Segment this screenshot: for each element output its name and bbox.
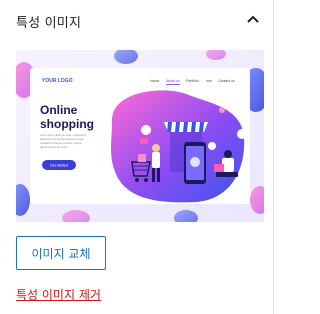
- sidebar-divider: [273, 0, 274, 314]
- landing-nav-portfolio: Portfolio: [186, 79, 199, 83]
- landing-cta: Get Started: [50, 164, 68, 168]
- landing-body-line4: aliqua ut enim ad minim: [40, 145, 67, 149]
- featured-image-panel: 특성 이미지 YOUR LOGO Home About us Portfolio…: [0, 0, 280, 314]
- landing-heading-line1: Online: [40, 103, 78, 117]
- featured-image-preview[interactable]: YOUR LOGO Home About us Portfolio Info C…: [16, 50, 264, 222]
- landing-heading-line2: shopping: [40, 117, 94, 131]
- remove-featured-image-link[interactable]: 특성 이미지 제거: [16, 286, 101, 303]
- landing-body-line3: incididunt ut labore et dolore magna: [40, 141, 82, 145]
- replace-image-button[interactable]: 이미지 교체: [16, 236, 106, 270]
- featured-image-illustration: YOUR LOGO Home About us Portfolio Info C…: [16, 50, 264, 222]
- landing-body-line2: adipiscing elit, sed do eiusmod tempor: [40, 137, 84, 141]
- landing-body-line1: Lorem ipsum dolor sit amet, consectetur: [40, 133, 86, 137]
- panel-header-toggle[interactable]: 특성 이미지: [0, 0, 280, 40]
- chevron-up-icon[interactable]: [244, 11, 262, 29]
- landing-nav-contact: Contact us: [218, 79, 235, 83]
- landing-nav-home: Home: [150, 79, 159, 83]
- landing-logo: YOUR LOGO: [42, 78, 73, 84]
- landing-nav-about: About us: [166, 79, 180, 83]
- landing-nav-info: Info: [206, 79, 212, 83]
- panel-title: 특성 이미지: [16, 16, 82, 31]
